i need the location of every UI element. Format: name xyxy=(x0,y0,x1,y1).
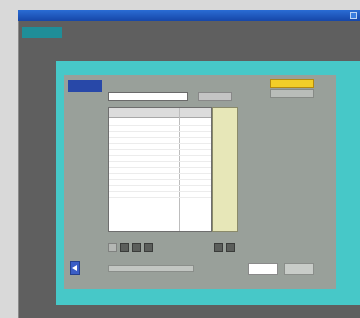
parameter-list[interactable] xyxy=(108,107,212,232)
confirm-button[interactable] xyxy=(248,263,278,275)
toolbar-icon[interactable] xyxy=(214,243,223,252)
list-header xyxy=(109,108,211,118)
hmi-screen xyxy=(56,61,360,305)
toolbar-icon[interactable] xyxy=(120,243,129,252)
list-item[interactable] xyxy=(109,192,211,198)
status-field xyxy=(108,265,194,272)
toolbar-icon[interactable] xyxy=(226,243,235,252)
highlight-button[interactable] xyxy=(270,79,314,88)
toolbar-icon[interactable] xyxy=(108,243,117,252)
name-input[interactable] xyxy=(108,92,188,101)
toolbar-icon[interactable] xyxy=(132,243,141,252)
brand-logo xyxy=(22,27,62,38)
secondary-button[interactable] xyxy=(270,89,314,98)
close-icon[interactable] xyxy=(350,12,357,19)
action-button[interactable] xyxy=(284,263,314,275)
recipe-panel xyxy=(64,75,336,289)
toolbar-icon[interactable] xyxy=(144,243,153,252)
left-arrow-icon[interactable] xyxy=(70,261,80,275)
list-scrollbar[interactable] xyxy=(212,107,238,232)
title-bar xyxy=(18,10,360,21)
application-window xyxy=(18,10,360,318)
panel-tag xyxy=(68,80,102,92)
number-input[interactable] xyxy=(198,92,232,101)
